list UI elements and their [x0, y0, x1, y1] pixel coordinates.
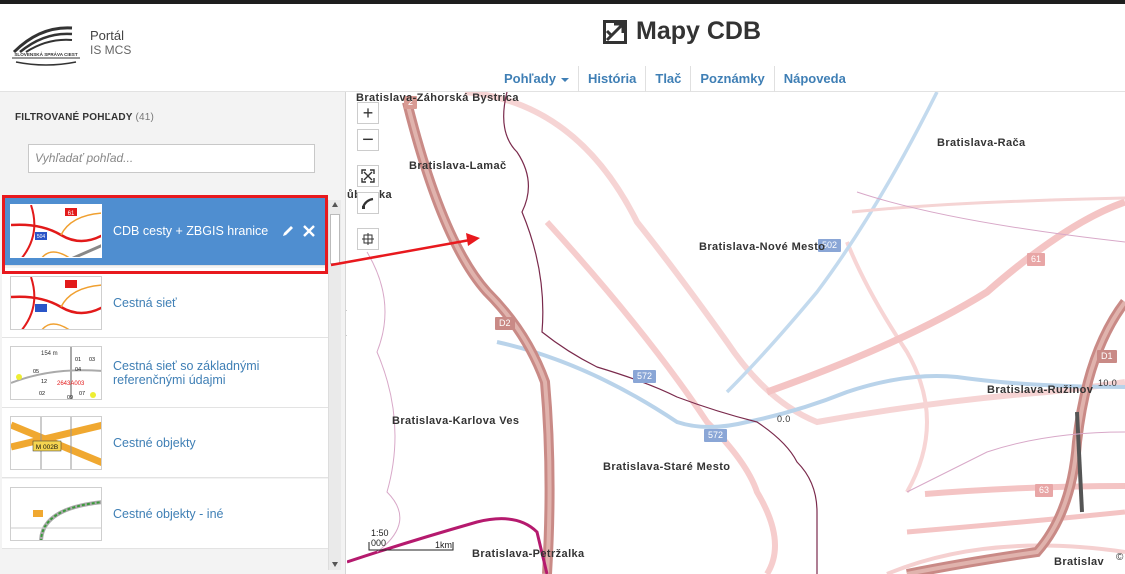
- thumb-node-05: 05: [33, 369, 39, 375]
- list-item-label: Cestná sieť so základnými referenčnými ú…: [113, 359, 260, 387]
- sidebar: FILTROVANÉ POHĽADY (41) Vyhľadať pohľad.…: [0, 92, 346, 574]
- thumb-node-03: 03: [89, 357, 95, 363]
- list-item-label: Cestné objekty - iné: [113, 507, 224, 521]
- measure-button[interactable]: [357, 192, 379, 214]
- place-nove-mesto: Bratislava-Nové Mesto: [699, 241, 826, 253]
- thumb-badge-road: 61: [68, 211, 75, 217]
- view-thumbnail: M 002B: [10, 416, 102, 470]
- thumb-node-09: 09: [67, 395, 73, 400]
- nav-napoveda-label: Nápoveda: [783, 71, 846, 86]
- view-search-placeholder: Vyhľadať pohľad...: [35, 151, 134, 165]
- view-thumbnail: 154 m 05 12 02 01 03 04 07 09 2643A003: [10, 346, 102, 400]
- zoom-out-button[interactable]: −: [357, 129, 379, 151]
- thumb-node-01: 01: [75, 357, 81, 363]
- thumb-node-12: 12: [41, 379, 47, 385]
- scroll-thumb[interactable]: [330, 214, 340, 264]
- road-shield: 61: [1027, 253, 1046, 266]
- list-item-label: Cestná sieť: [113, 296, 177, 310]
- place-zahorska-bystrica: Bratislava-Záhorská Bystrica: [356, 92, 519, 104]
- filtered-views-heading: FILTROVANÉ POHĽADY (41): [15, 112, 154, 123]
- nav-poznamky-label: Poznámky: [700, 71, 765, 86]
- full-extent-button[interactable]: [357, 165, 379, 187]
- nav-historia-label: História: [587, 71, 637, 86]
- edit-icon[interactable]: [281, 224, 295, 238]
- map-canvas[interactable]: 2 D2 502 61 572 572 D1 63 Bratislava-Záh…: [347, 92, 1125, 574]
- place-lamac: Bratislava-Lamač: [409, 160, 507, 172]
- place-karlova-ves: Bratislava-Karlova Ves: [392, 415, 520, 427]
- list-item-cestne-objekty[interactable]: M 002B Cestné objekty: [2, 408, 328, 478]
- place-edge: Bratislav: [1054, 556, 1105, 568]
- thumb-node-04: 04: [75, 367, 81, 373]
- road-shield: 572: [704, 429, 728, 442]
- scroll-down-icon[interactable]: [332, 562, 338, 567]
- app-title-block: Mapy CDB: [602, 17, 761, 46]
- views-list: 61 504 CDB cesty + ZBGIS hranice Cestná …: [2, 196, 328, 566]
- place-petrzalka: Bratislava-Petržalka: [472, 548, 585, 560]
- view-thumbnail: [10, 276, 102, 330]
- list-item-cdb-cesty[interactable]: 61 504 CDB cesty + ZBGIS hranice: [2, 196, 328, 266]
- scale-km: 1km: [435, 540, 453, 550]
- list-scrollbar[interactable]: [328, 200, 341, 570]
- chevron-down-icon: [560, 77, 569, 82]
- place-raca: Bratislava-Rača: [937, 137, 1026, 149]
- km-marker: 10.0: [1098, 378, 1118, 388]
- app-title: Mapy CDB: [636, 17, 762, 45]
- thumb-dist: 154 m: [41, 351, 58, 357]
- portal-label: Portál IS MCS: [90, 28, 131, 58]
- view-search-input[interactable]: Vyhľadať pohľad...: [28, 144, 315, 173]
- ssc-logo-icon[interactable]: SLOVENSKÁ SPRÁVA CIEST: [10, 22, 82, 66]
- map-logo-icon: [603, 19, 627, 44]
- main-nav: Pohľady História Tlač Poznámky Nápoveda: [495, 66, 855, 93]
- thumb-ref-code: 2643A003: [57, 381, 85, 387]
- nav-pohlady[interactable]: Pohľady: [495, 66, 579, 93]
- scroll-up-icon[interactable]: [332, 202, 338, 207]
- grid-icon: [362, 233, 374, 245]
- km-marker: 0.0: [777, 414, 791, 424]
- filtered-views-count: (41): [135, 112, 155, 123]
- nav-pohlady-label: Pohľady: [504, 71, 556, 86]
- map-copyright: ©: [1116, 552, 1124, 563]
- grid-button[interactable]: [357, 228, 379, 250]
- close-icon[interactable]: [302, 224, 316, 238]
- view-thumbnail: [10, 487, 102, 541]
- nav-napoveda[interactable]: Nápoveda: [775, 66, 855, 93]
- thumb-node-07: 07: [79, 391, 85, 397]
- expand-icon: [361, 169, 375, 183]
- portal-title: Portál: [90, 28, 124, 43]
- road-shield: 63: [1035, 484, 1054, 497]
- list-item-label: Cestné objekty: [113, 436, 196, 450]
- route-icon: [361, 197, 374, 209]
- view-thumbnail: 61 504: [10, 204, 102, 258]
- thumb-obj-code: M 002B: [36, 444, 58, 451]
- nav-tlac[interactable]: Tlač: [646, 66, 692, 93]
- thumb-node-02: 02: [39, 391, 45, 397]
- header: SLOVENSKÁ SPRÁVA CIEST Portál IS MCS Map…: [0, 4, 1125, 93]
- list-item-label: CDB cesty + ZBGIS hranice: [113, 224, 269, 238]
- zoom-in-button[interactable]: +: [357, 102, 379, 124]
- nav-tlac-label: Tlač: [655, 71, 682, 86]
- nav-poznamky[interactable]: Poznámky: [691, 66, 775, 93]
- road-shield: 572: [633, 370, 657, 383]
- logo-text: SLOVENSKÁ SPRÁVA CIEST: [14, 51, 77, 57]
- list-item-cestne-objekty-ine[interactable]: Cestné objekty - iné: [2, 479, 328, 549]
- list-item-cestna-siet[interactable]: Cestná sieť: [2, 268, 328, 338]
- place-stare-mesto: Bratislava-Staré Mesto: [603, 461, 731, 473]
- filtered-views-title: FILTROVANÉ POHĽADY: [15, 112, 133, 123]
- road-shield: D1: [1097, 350, 1117, 363]
- list-item-cestna-siet-ref[interactable]: 154 m 05 12 02 01 03 04 07 09 2643A003 C…: [2, 338, 328, 408]
- road-shield: D2: [495, 317, 515, 330]
- nav-historia[interactable]: História: [579, 66, 647, 93]
- place-ruzinov: Bratislava-Ružinov: [987, 384, 1094, 396]
- portal-subtitle: IS MCS: [90, 43, 132, 57]
- thumb-badge-small: 504: [37, 234, 46, 240]
